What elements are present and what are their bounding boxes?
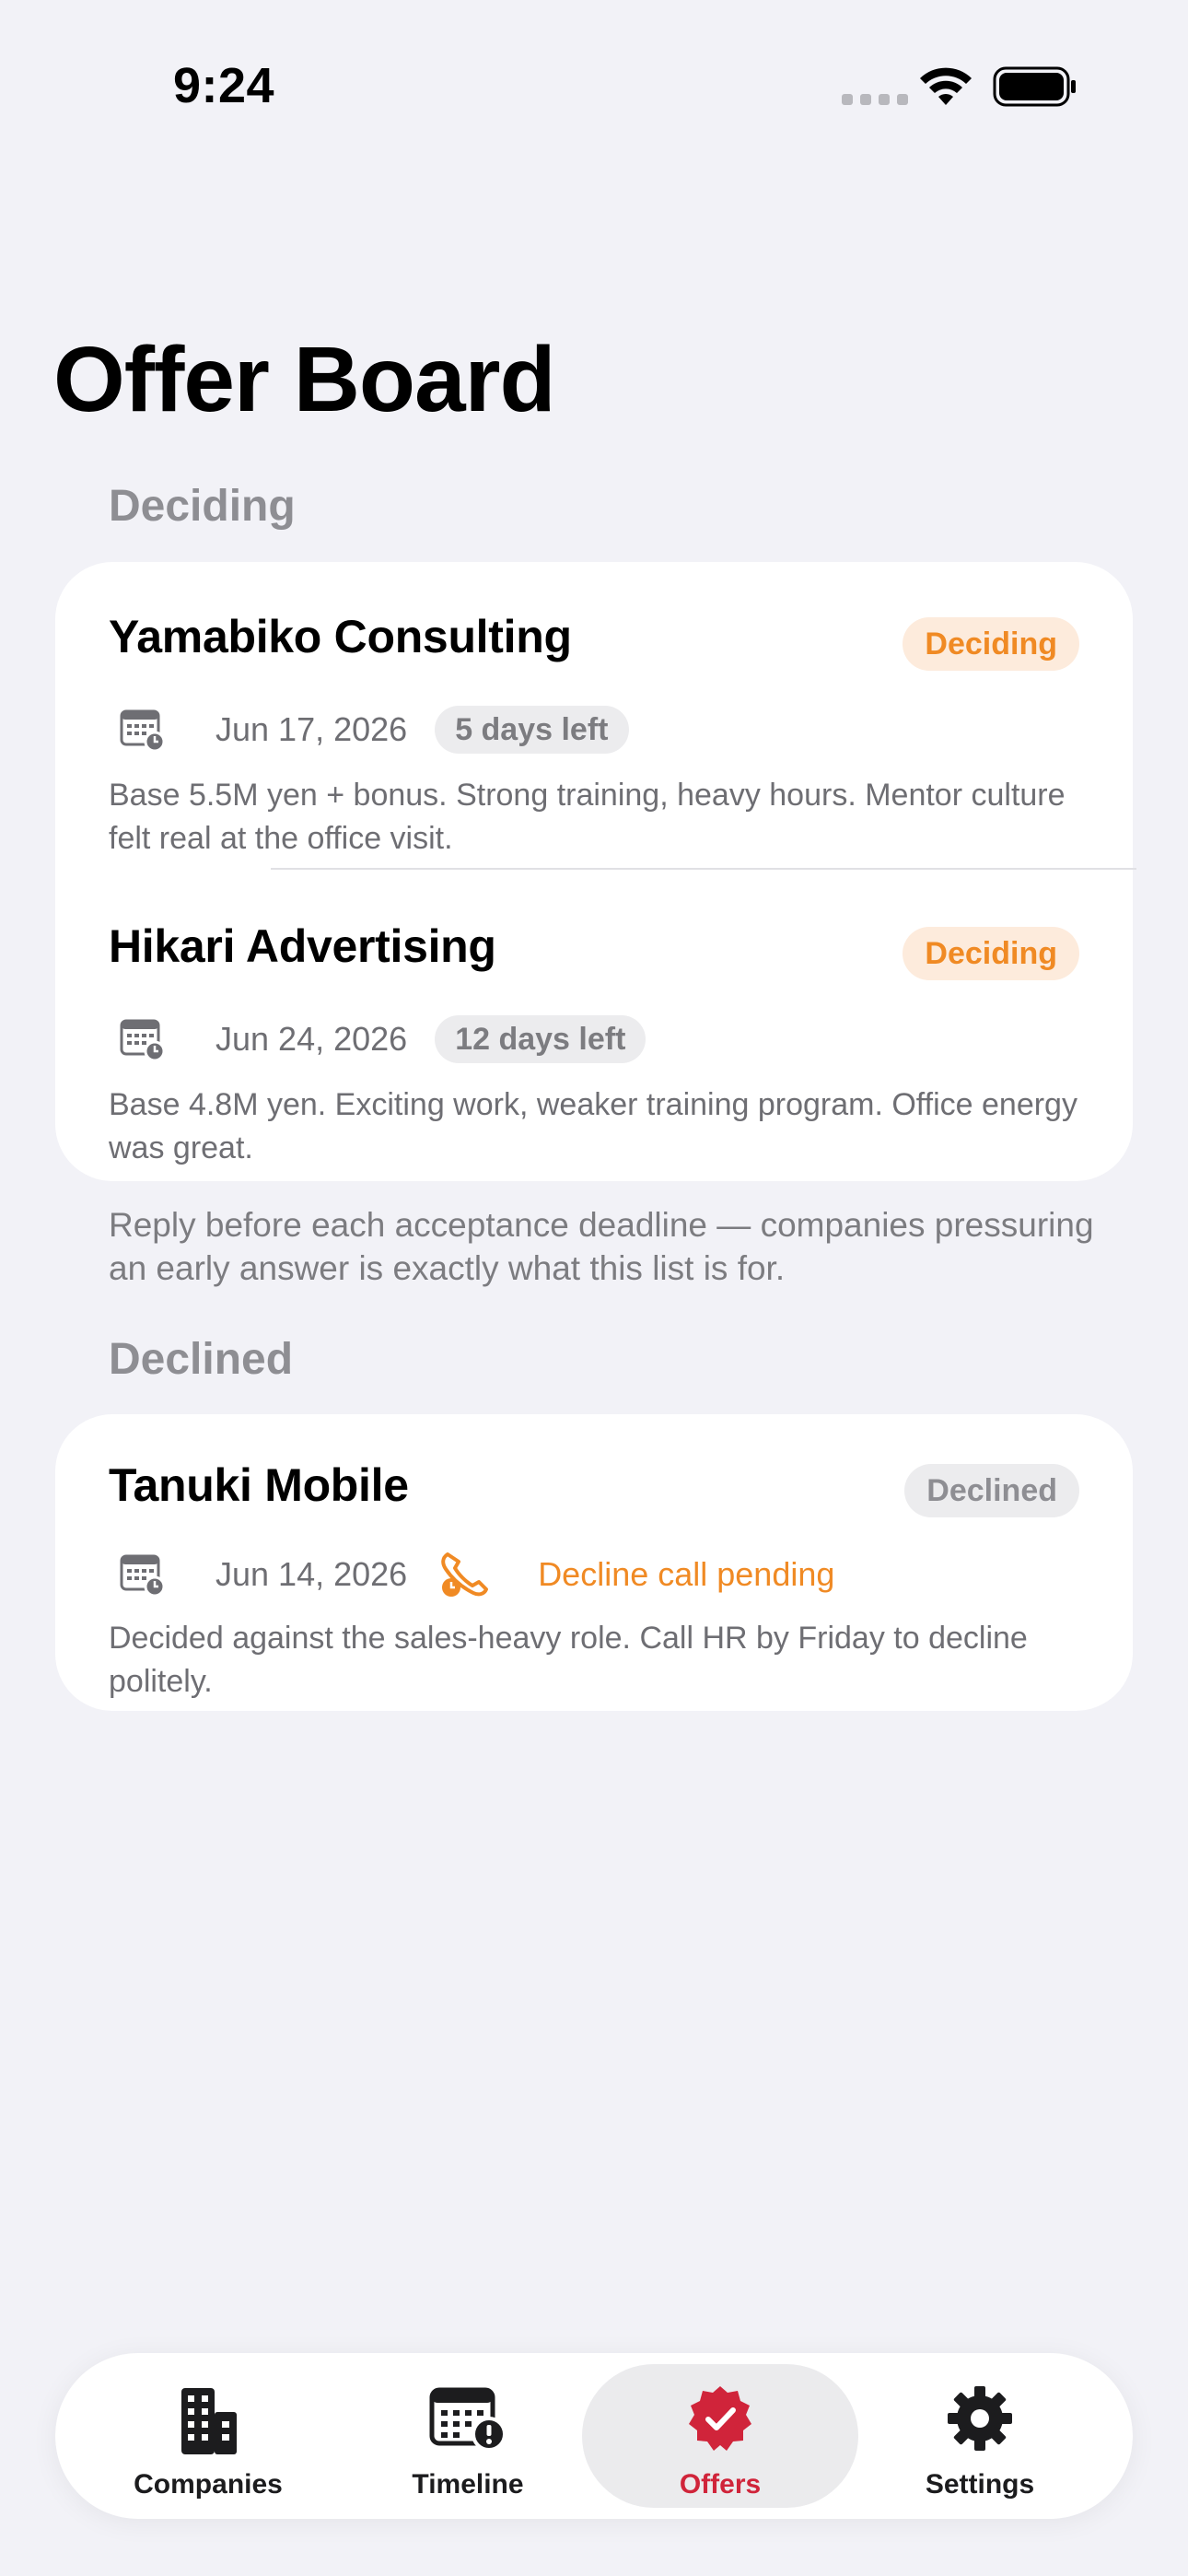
status-badge: Deciding (903, 927, 1079, 980)
deadline-date: Jun 24, 2026 (215, 1020, 408, 1058)
status-time: 9:24 (173, 58, 275, 113)
tab-settings[interactable]: Settings (842, 2364, 1118, 2508)
cellular-signal-icon (842, 94, 908, 105)
offer-row-hikari[interactable]: Hikari Advertising Deciding Jun 24, 2026… (109, 919, 1079, 1165)
status-bar: 9:24 (0, 0, 1188, 175)
tab-label: Timeline (412, 2469, 524, 2500)
days-left-pill: 5 days left (435, 706, 629, 754)
offer-row-yamabiko[interactable]: Yamabiko Consulting Deciding Jun 17, 202… (109, 610, 1079, 856)
tab-timeline[interactable]: Timeline (330, 2364, 606, 2508)
decision-date: Jun 14, 2026 (215, 1555, 408, 1593)
tab-companies[interactable]: Companies (70, 2364, 346, 2508)
deadline-date: Jun 17, 2026 (215, 710, 408, 748)
section-footer-note: Reply before each acceptance deadline — … (109, 1206, 1094, 1287)
wifi-icon (920, 67, 972, 105)
offer-note: Base 5.5M yen + bonus. Strong training, … (109, 778, 1066, 856)
status-badge: Declined (904, 1464, 1079, 1517)
calendar-alert-icon (429, 2387, 507, 2452)
battery-icon (993, 66, 1076, 107)
offer-row-tanuki[interactable]: Tanuki Mobile Declined Jun 14, 2026 Decl… (109, 1458, 1079, 1699)
tab-bar: Companies Timeline Offers Settings (55, 2353, 1133, 2519)
calendar-clock-icon (120, 1554, 166, 1597)
tab-offers[interactable]: Offers (582, 2364, 858, 2508)
page-title: Offer Board (53, 328, 556, 431)
tab-label: Settings (925, 2469, 1035, 2500)
pending-status: Decline call pending (538, 1555, 835, 1593)
building-icon (181, 2388, 237, 2454)
calendar-clock-icon (120, 1019, 166, 1061)
section-header-declined: Declined (109, 1335, 294, 1384)
status-badge: Deciding (903, 617, 1079, 671)
offer-note: Base 4.8M yen. Exciting work, weaker tra… (109, 1087, 1077, 1165)
declined-card: Tanuki Mobile Declined Jun 14, 2026 Decl… (55, 1414, 1133, 1711)
section-header-deciding: Deciding (109, 482, 296, 531)
offer-meta: Jun 24, 2026 12 days left (109, 1012, 646, 1067)
offer-meta: Jun 17, 2026 5 days left (109, 702, 629, 757)
company-name: Tanuki Mobile (109, 1459, 409, 1511)
calendar-clock-icon (120, 709, 166, 752)
company-name: Yamabiko Consulting (109, 611, 572, 662)
tab-label: Offers (679, 2469, 762, 2500)
company-name: Hikari Advertising (109, 920, 496, 972)
gear-icon (948, 2386, 1012, 2451)
deciding-card: Yamabiko Consulting Deciding Jun 17, 202… (55, 562, 1136, 1181)
offer-meta: Jun 14, 2026 Decline call pending (109, 1547, 834, 1602)
days-left-pill: 12 days left (435, 1015, 646, 1063)
row-divider (271, 868, 1136, 870)
offer-note: Decided against the sales-heavy role. Ca… (109, 1621, 1028, 1699)
checkmark-seal-icon (689, 2386, 751, 2451)
tab-label: Companies (134, 2469, 283, 2500)
phone-pending-icon (441, 1552, 489, 1597)
